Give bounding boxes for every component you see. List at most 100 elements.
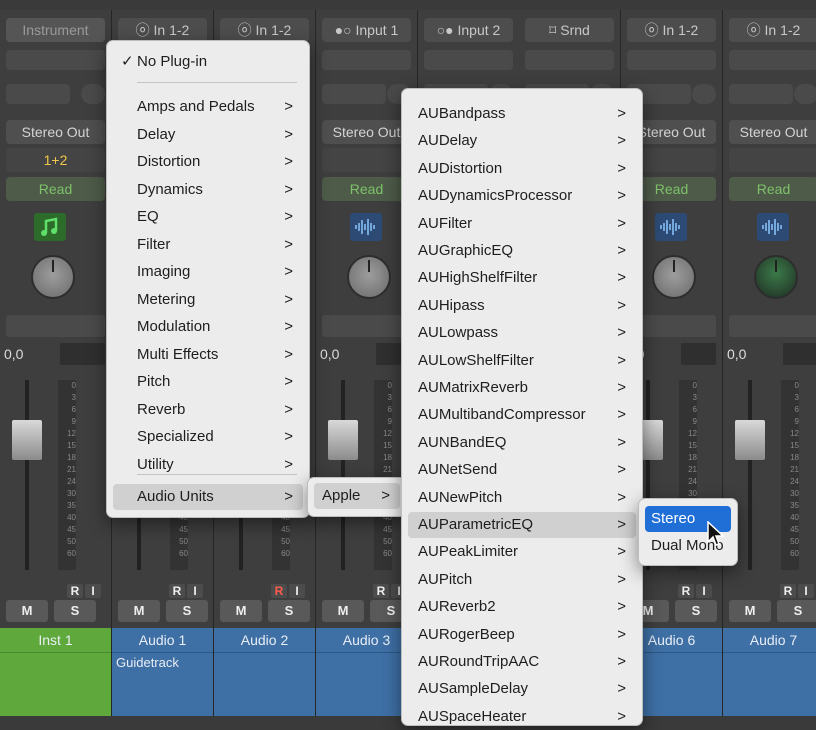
menu-item-aulowpass[interactable]: AULowpass > [408, 320, 636, 346]
mute-button[interactable]: M [6, 600, 48, 622]
menu-item-aunewpitch[interactable]: AUNewPitch > [408, 485, 636, 511]
fader-handle[interactable] [12, 420, 42, 460]
mute-button[interactable]: M [729, 600, 771, 622]
menu-item-specialized[interactable]: Specialized > [113, 424, 303, 450]
menu-item-aurogerbeep[interactable]: AURogerBeep > [408, 622, 636, 648]
solo-button[interactable]: S [54, 600, 96, 622]
input-monitor-button[interactable]: I [187, 584, 203, 598]
fader-handle[interactable] [328, 420, 358, 460]
menu-item-utility[interactable]: Utility > [113, 452, 303, 478]
input-slot[interactable]: ⓞ In 1-2 [729, 18, 816, 42]
group-slot[interactable] [322, 148, 411, 172]
input-slot[interactable]: ⓞ In 1-2 [627, 18, 716, 42]
fader-handle[interactable] [735, 420, 765, 460]
menu-item-augraphiceq[interactable]: AUGraphicEQ > [408, 238, 636, 264]
menu-item-delay[interactable]: Delay > [113, 122, 303, 148]
automation-mode[interactable]: Read [6, 177, 105, 201]
menu-item-aumultibandcompressor[interactable]: AUMultibandCompressor > [408, 402, 636, 428]
send-slot[interactable] [729, 84, 816, 104]
send-slot[interactable] [6, 84, 105, 104]
audio-fx-slot[interactable] [424, 50, 513, 70]
menu-item-aupeaklimiter[interactable]: AUPeakLimiter > [408, 539, 636, 565]
solo-button[interactable]: S [268, 600, 310, 622]
input-slot[interactable]: ⓞ In 1-2 [118, 18, 207, 42]
send-control[interactable] [322, 84, 386, 104]
track-name[interactable]: Audio 1 [112, 628, 213, 652]
menu-item-auhighshelffilter[interactable]: AUHighShelfFilter > [408, 265, 636, 291]
audio-fx-slot[interactable] [525, 50, 614, 70]
menu-item-audio-units[interactable]: Audio Units > [113, 484, 303, 510]
solo-button[interactable]: S [675, 600, 717, 622]
menu-item-aunetsend[interactable]: AUNetSend > [408, 457, 636, 483]
send-control[interactable] [692, 84, 716, 104]
input-slot[interactable]: ⌑ Srnd [525, 18, 614, 42]
mute-button[interactable]: M [220, 600, 262, 622]
volume-fader[interactable] [8, 380, 46, 570]
output-slot[interactable]: Stereo Out [6, 120, 105, 144]
menu-item-imaging[interactable]: Imaging > [113, 259, 303, 285]
menu-item-auparametriceq[interactable]: AUParametricEQ > [408, 512, 636, 538]
input-monitor-button[interactable]: I [289, 584, 305, 598]
pan-knob-surround[interactable] [754, 255, 798, 299]
send-control[interactable] [794, 84, 816, 104]
record-enable-button[interactable]: R [373, 584, 389, 598]
audio-fx-slot[interactable] [6, 50, 105, 70]
menu-item-distortion[interactable]: Distortion > [113, 149, 303, 175]
record-enable-button[interactable]: R [678, 584, 694, 598]
record-enable-button[interactable]: R [271, 584, 287, 598]
menu-item-aubandpass[interactable]: AUBandpass > [408, 101, 636, 127]
solo-button[interactable]: S [777, 600, 816, 622]
track-name[interactable]: Audio 7 [723, 628, 816, 652]
menu-item-auroundtripaac[interactable]: AURoundTripAAC > [408, 649, 636, 675]
solo-button[interactable]: S [166, 600, 208, 622]
automation-mode[interactable]: Read [729, 177, 816, 201]
menu-item-multi-effects[interactable]: Multi Effects > [113, 342, 303, 368]
menu-item-aumatrixreverb[interactable]: AUMatrixReverb > [408, 375, 636, 401]
menu-item-audynamicsprocessor[interactable]: AUDynamicsProcessor > [408, 183, 636, 209]
group-slot[interactable]: 1+2 [6, 148, 105, 172]
menu-item-auhipass[interactable]: AUHipass > [408, 293, 636, 319]
input-slot[interactable]: ○● Input 2 [424, 18, 513, 42]
group-slot[interactable] [729, 148, 816, 172]
menu-item-filter[interactable]: Filter > [113, 232, 303, 258]
output-slot[interactable]: Stereo Out [322, 120, 411, 144]
menu-item-modulation[interactable]: Modulation > [113, 314, 303, 340]
pan-knob[interactable] [652, 255, 696, 299]
track-name[interactable]: Audio 2 [214, 628, 315, 652]
input-slot[interactable]: Instrument [6, 18, 105, 42]
menu-item-dynamics[interactable]: Dynamics > [113, 177, 303, 203]
audio-fx-slot[interactable] [322, 50, 411, 70]
menu-item-auspaceheater[interactable]: AUSpaceHeater > [408, 704, 636, 730]
menu-item-audistortion[interactable]: AUDistortion > [408, 156, 636, 182]
input-slot[interactable]: ⓞ In 1-2 [220, 18, 309, 42]
volume-fader[interactable] [324, 380, 362, 570]
menu-item-aunbandeq[interactable]: AUNBandEQ > [408, 430, 636, 456]
send-slot[interactable] [322, 84, 411, 104]
menu-item-aulowshelffilter[interactable]: AULowShelfFilter > [408, 348, 636, 374]
track-name[interactable]: Inst 1 [0, 628, 111, 652]
menu-item-apple[interactable]: Apple > [314, 483, 400, 509]
pan-knob[interactable] [31, 255, 75, 299]
record-enable-button[interactable]: R [67, 584, 83, 598]
send-control[interactable] [81, 84, 105, 104]
menu-item-aureverb2[interactable]: AUReverb2 > [408, 594, 636, 620]
automation-mode[interactable]: Read [322, 177, 411, 201]
mute-button[interactable]: M [322, 600, 364, 622]
output-slot[interactable]: Stereo Out [729, 120, 816, 144]
menu-item-amps-and-pedals[interactable]: Amps and Pedals > [113, 94, 303, 120]
menu-item-eq[interactable]: EQ > [113, 204, 303, 230]
audio-fx-slot[interactable] [627, 50, 716, 70]
send-control[interactable] [6, 84, 70, 104]
input-monitor-button[interactable]: I [696, 584, 712, 598]
menu-item-aufilter[interactable]: AUFilter > [408, 211, 636, 237]
pan-knob[interactable] [347, 255, 391, 299]
menu-item-metering[interactable]: Metering > [113, 287, 303, 313]
menu-item-no-plugin[interactable]: ✓ No Plug-in [113, 49, 303, 75]
input-monitor-button[interactable]: I [798, 584, 814, 598]
record-enable-button[interactable]: R [169, 584, 185, 598]
mute-button[interactable]: M [118, 600, 160, 622]
audio-fx-slot[interactable] [729, 50, 816, 70]
menu-item-ausampledelay[interactable]: AUSampleDelay > [408, 676, 636, 702]
record-enable-button[interactable]: R [780, 584, 796, 598]
menu-item-reverb[interactable]: Reverb > [113, 397, 303, 423]
